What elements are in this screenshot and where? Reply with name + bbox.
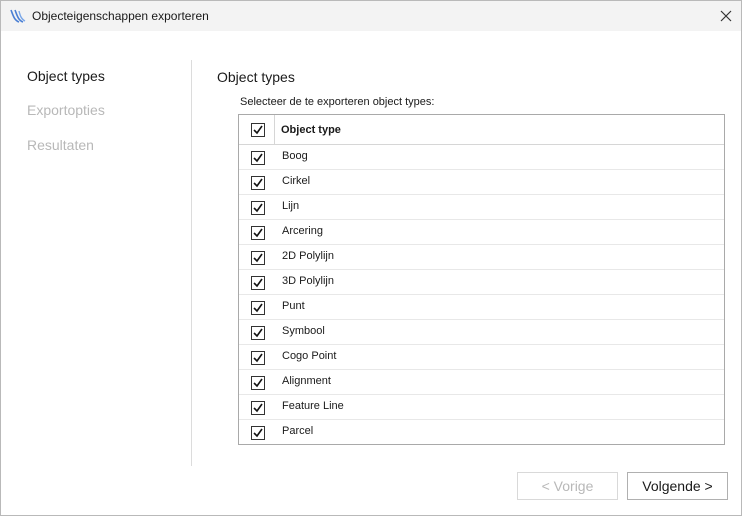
sidebar-item-resultaten: Resultaten bbox=[27, 137, 94, 153]
row-label: Boog bbox=[282, 150, 308, 162]
row-label: Symbool bbox=[282, 325, 325, 337]
row-label: Alignment bbox=[282, 375, 331, 387]
checkmark-icon bbox=[253, 328, 263, 338]
row-checkbox[interactable] bbox=[251, 426, 265, 440]
row-checkbox[interactable] bbox=[251, 251, 265, 265]
table-row[interactable]: 3D Polylijn bbox=[239, 270, 724, 295]
checkmark-icon bbox=[253, 253, 263, 263]
table-row[interactable]: 2D Polylijn bbox=[239, 245, 724, 270]
page-title: Object types bbox=[217, 69, 295, 85]
table-row[interactable]: Symbool bbox=[239, 320, 724, 345]
grid-rows: Boog Cirkel Lijn Arcering 2D Polylijn 3D Poly… bbox=[239, 145, 724, 444]
close-icon bbox=[720, 10, 732, 22]
row-label: Cirkel bbox=[282, 175, 311, 187]
table-row[interactable]: Feature Line bbox=[239, 395, 724, 420]
row-label: Arcering bbox=[282, 225, 323, 237]
row-checkbox[interactable] bbox=[251, 151, 265, 165]
previous-button[interactable]: < Vorige bbox=[517, 472, 618, 500]
checkmark-icon bbox=[253, 403, 263, 413]
column-header-object-type[interactable]: Object type bbox=[281, 124, 341, 136]
checkmark-icon bbox=[253, 125, 263, 135]
table-row[interactable]: Cogo Point bbox=[239, 345, 724, 370]
checkmark-icon bbox=[253, 353, 263, 363]
row-label: Punt bbox=[282, 300, 305, 312]
row-label: Lijn bbox=[282, 200, 300, 212]
row-checkbox[interactable] bbox=[251, 401, 265, 415]
checkmark-icon bbox=[253, 378, 263, 388]
table-row[interactable]: Arcering bbox=[239, 220, 724, 245]
row-label: 3D Polylijn bbox=[282, 275, 334, 287]
row-checkbox[interactable] bbox=[251, 351, 265, 365]
checkmark-icon bbox=[253, 428, 263, 438]
table-row[interactable]: Alignment bbox=[239, 370, 724, 395]
checkmark-icon bbox=[253, 228, 263, 238]
object-types-grid: Object type Boog Cirkel Lijn Arcering 2D Pol… bbox=[238, 114, 725, 445]
row-checkbox[interactable] bbox=[251, 201, 265, 215]
column-separator bbox=[274, 115, 275, 144]
sidebar-item-object-types[interactable]: Object types bbox=[27, 68, 105, 84]
checkmark-icon bbox=[253, 153, 263, 163]
row-checkbox[interactable] bbox=[251, 276, 265, 290]
wave-app-icon bbox=[10, 9, 26, 23]
table-row[interactable]: Cirkel bbox=[239, 170, 724, 195]
row-label: Feature Line bbox=[282, 400, 344, 412]
table-row[interactable]: Punt bbox=[239, 295, 724, 320]
table-row[interactable]: Lijn bbox=[239, 195, 724, 220]
title-bar: Objecteigenschappen exporteren bbox=[1, 1, 741, 31]
row-checkbox[interactable] bbox=[251, 226, 265, 240]
checkmark-icon bbox=[253, 178, 263, 188]
row-checkbox[interactable] bbox=[251, 301, 265, 315]
checkmark-icon bbox=[253, 303, 263, 313]
sidebar-item-exportopties: Exportopties bbox=[27, 102, 105, 118]
table-row[interactable]: Parcel bbox=[239, 420, 724, 444]
row-label: Cogo Point bbox=[282, 350, 337, 362]
instruction-text: Selecteer de te exporteren object types: bbox=[240, 96, 435, 108]
window-title: Objecteigenschappen exporteren bbox=[32, 9, 209, 23]
checkmark-icon bbox=[253, 203, 263, 213]
row-checkbox[interactable] bbox=[251, 376, 265, 390]
select-all-checkbox[interactable] bbox=[251, 123, 265, 137]
row-checkbox[interactable] bbox=[251, 326, 265, 340]
dialog-window: Objecteigenschappen exporteren Object ty… bbox=[0, 0, 742, 516]
row-checkbox[interactable] bbox=[251, 176, 265, 190]
close-button[interactable] bbox=[711, 1, 741, 31]
row-label: 2D Polylijn bbox=[282, 250, 334, 262]
grid-header: Object type bbox=[239, 115, 724, 145]
next-button[interactable]: Volgende > bbox=[627, 472, 728, 500]
row-label: Parcel bbox=[282, 425, 314, 437]
table-row[interactable]: Boog bbox=[239, 145, 724, 170]
sidebar-divider bbox=[191, 60, 192, 466]
checkmark-icon bbox=[253, 278, 263, 288]
